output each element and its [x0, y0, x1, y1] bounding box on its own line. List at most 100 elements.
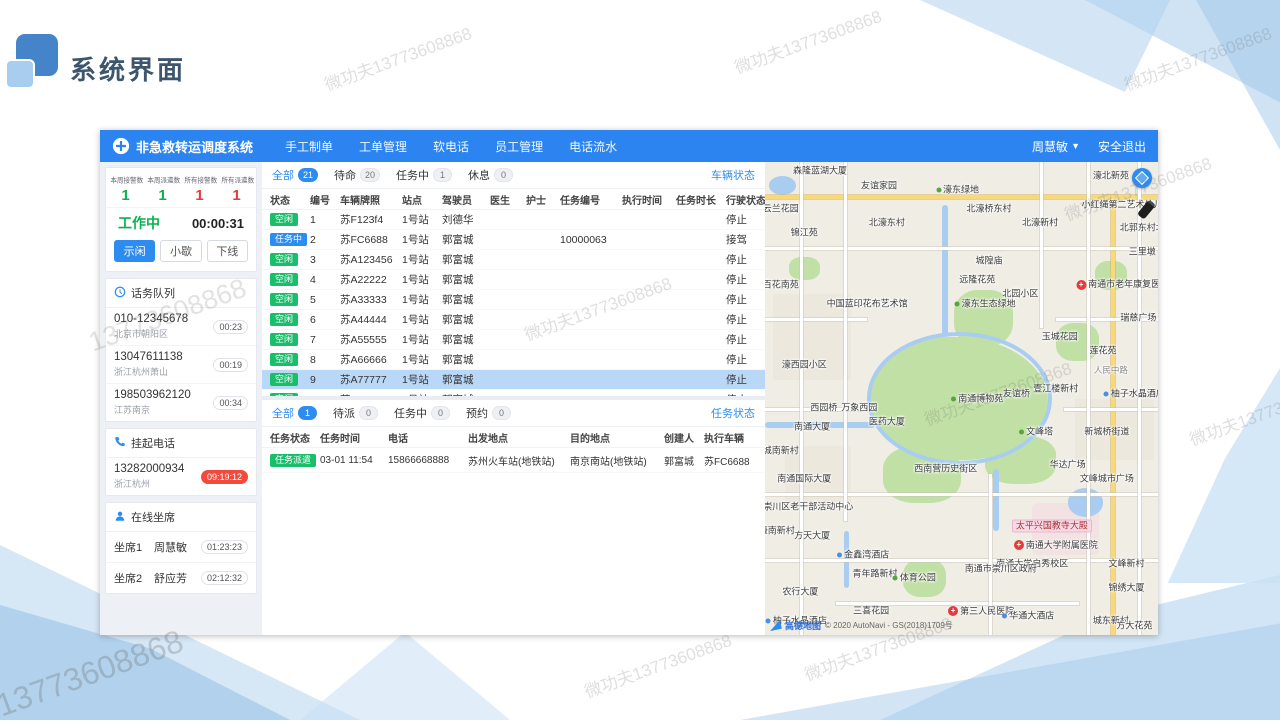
map-poi[interactable]: 三里墩 — [1129, 247, 1156, 256]
vehicle-row[interactable]: 空闲1苏F123f41号站刘德华停止 — [262, 210, 765, 230]
vehicle-row[interactable]: 空闲7苏A555551号站郭富城停止 — [262, 330, 765, 350]
vehicle-status-cell: 任务中 — [262, 233, 308, 246]
map-poi[interactable]: 金鑫湾酒店 — [837, 550, 889, 559]
map-poi[interactable]: 远隆花苑 — [959, 276, 995, 285]
vehicle-filter-tab[interactable]: 休息0 — [468, 167, 513, 183]
map-poi[interactable]: 三喜花园 — [853, 607, 889, 616]
map-poi[interactable]: 南通大厦 — [794, 422, 830, 431]
map-poi[interactable]: 瑞慈广场 — [1120, 314, 1156, 323]
task-filter-tab[interactable]: 任务中0 — [394, 405, 450, 421]
map-poi[interactable]: 西南营历史街区 — [914, 465, 977, 474]
column-header: 任务时间 — [318, 430, 386, 445]
map-poi[interactable]: 濠北新苑 — [1093, 172, 1129, 181]
nav-menu-item[interactable]: 手工制单 — [285, 138, 333, 155]
map-poi[interactable]: +南通市老年康复医院 — [1076, 280, 1158, 290]
map-poi[interactable]: 云兰花园 — [765, 205, 799, 214]
map-poi[interactable]: 北郭东村北 — [1120, 224, 1158, 233]
nav-menu-item[interactable]: 电话流水 — [569, 138, 617, 155]
map-poi[interactable]: 万象西园 — [841, 403, 877, 412]
map-poi[interactable]: 西园桥 — [810, 403, 837, 412]
vehicle-row[interactable]: 空闲4苏A222221号站郭富城停止 — [262, 270, 765, 290]
status-button[interactable]: 示闲 — [114, 240, 155, 262]
column-header: 医生 — [488, 192, 524, 207]
call-list-item[interactable]: 13282000934浙江杭州09:19:12 — [106, 458, 256, 495]
vehicle-filter-tab[interactable]: 待命20 — [334, 167, 380, 183]
map-poi[interactable]: 濠东绿地 — [936, 186, 979, 195]
map-poi[interactable]: 中国蓝印花布艺术馆 — [827, 299, 908, 308]
map-poi[interactable]: 方大花苑 — [1116, 621, 1152, 630]
call-list-item[interactable]: 198503962120江苏南京00:34 — [106, 384, 256, 421]
task-filter-tab[interactable]: 预约0 — [466, 405, 511, 421]
status-button[interactable]: 下线 — [207, 240, 248, 262]
vehicle-row[interactable]: 空闲10苏A888881号站郭富城停止 — [262, 390, 765, 396]
agent-item[interactable]: 坐席2舒应芳02:12:32 — [106, 563, 256, 593]
map-poi[interactable]: 文峰城市广场 — [1080, 474, 1134, 483]
map-poi[interactable]: 崇川区老干部活动中心 — [765, 503, 853, 512]
map-poi[interactable]: 壹江楼新村 — [1033, 385, 1078, 394]
vehicle-filter-tab[interactable]: 全部21 — [272, 167, 318, 183]
map-poi[interactable]: 人民中路 — [1094, 366, 1128, 375]
map-poi[interactable]: 体育公园 — [893, 574, 936, 583]
map-poi[interactable]: 玉城花园 — [1042, 333, 1078, 342]
chevron-down-icon: ▼ — [1071, 141, 1080, 151]
map-poi[interactable]: 莲花苑 — [1089, 347, 1116, 356]
map-poi[interactable]: 南通国际大厦 — [777, 474, 831, 483]
map-poi[interactable]: 濠南新村 — [765, 526, 795, 535]
vehicle-status-link[interactable]: 车辆状态 — [711, 167, 755, 183]
map-poi[interactable]: 方天大厦 — [794, 531, 830, 540]
map-poi[interactable]: 锦绣大厦 — [1109, 583, 1145, 592]
call-list-item[interactable]: 010-12345678北京市朝阳区00:23 — [106, 308, 256, 346]
vehicle-row[interactable]: 空闲6苏A444441号站郭富城停止 — [262, 310, 765, 330]
task-cell: 郭富城 — [662, 453, 702, 468]
map-poi[interactable]: 文峰塔 — [1019, 427, 1053, 436]
map[interactable]: 森隆蓝湖大厦友谊家园濠东绿地濠北新苑云兰花园锦江苑北濠东村北濠桥东村北濠新村小红… — [765, 162, 1158, 635]
map-poi[interactable]: 濠西园小区 — [782, 361, 827, 370]
map-poi[interactable]: 城南新村 — [765, 446, 799, 455]
vehicle-row[interactable]: 空闲5苏A333331号站郭富城停止 — [262, 290, 765, 310]
task-row[interactable]: 任务派遣03-01 11:5415866668888苏州火车站(地铁站)南京南站… — [262, 448, 765, 473]
agent-item[interactable]: 坐席1周慧敏01:23:23 — [106, 532, 256, 563]
map-poi[interactable]: 百花南苑 — [765, 280, 799, 289]
call-list-item[interactable]: 13047611138浙江杭州萧山00:19 — [106, 346, 256, 384]
map-poi[interactable]: 南通博物苑 — [951, 394, 1003, 403]
logout-link[interactable]: 安全退出 — [1098, 138, 1146, 155]
map-poi[interactable]: 柚子水晶酒店 — [1104, 389, 1158, 398]
vehicle-cell: 停止 — [724, 352, 765, 367]
nav-menu-item[interactable]: 工单管理 — [359, 138, 407, 155]
map-poi[interactable]: 北濠桥东村 — [966, 205, 1011, 214]
task-filter-tab[interactable]: 全部1 — [272, 405, 317, 421]
nav-menu-item[interactable]: 软电话 — [433, 138, 469, 155]
map-poi[interactable]: 文峰新村 — [1109, 560, 1145, 569]
map-poi[interactable]: 北濠新村 — [1022, 219, 1058, 228]
task-filter-tab[interactable]: 待派0 — [333, 405, 378, 421]
map-poi[interactable]: 北园小区 — [1002, 290, 1038, 299]
map-poi[interactable]: 北濠东村 — [869, 219, 905, 228]
map-poi[interactable]: 华达广场 — [1050, 460, 1086, 469]
status-button[interactable]: 小歇 — [160, 240, 201, 262]
vehicle-row[interactable]: 空闲9苏A777771号站郭富城停止 — [262, 370, 765, 390]
map-poi[interactable]: 友谊桥 — [1003, 389, 1030, 398]
task-status-link[interactable]: 任务状态 — [711, 405, 755, 421]
vehicle-row[interactable]: 空闲8苏A666661号站郭富城停止 — [262, 350, 765, 370]
map-poi[interactable]: 森隆蓝湖大厦 — [793, 167, 847, 176]
map-poi[interactable]: 南通市崇川区政府 — [965, 564, 1037, 573]
map-poi[interactable]: 新城桥街道 — [1084, 427, 1129, 436]
vehicle-cell: 4 — [308, 274, 338, 286]
map-poi[interactable]: 城隍庙 — [975, 257, 1002, 266]
map-poi[interactable]: 濠东生态绿地 — [955, 299, 1016, 308]
map-poi[interactable]: 华通大酒店 — [1002, 612, 1054, 621]
nav-menu-item[interactable]: 员工管理 — [495, 138, 543, 155]
vehicle-row[interactable]: 空闲3苏A1234561号站郭富城停止 — [262, 250, 765, 270]
vehicle-status-badge: 空闲 — [270, 333, 298, 346]
user-menu[interactable]: 周慧敏 ▼ — [1032, 138, 1080, 155]
vehicle-filter-tab[interactable]: 任务中1 — [396, 167, 452, 183]
map-poi[interactable]: 医药大厦 — [869, 418, 905, 427]
map-poi[interactable]: 太平兴国教寺大殿 — [1012, 520, 1092, 533]
vehicle-row[interactable]: 任务中2苏FC66881号站郭富城10000063接驾 — [262, 230, 765, 250]
map-layers-button[interactable] — [1132, 168, 1152, 188]
map-poi[interactable]: 锦江苑 — [791, 228, 818, 237]
map-poi[interactable]: 友谊家园 — [861, 181, 897, 190]
map-poi[interactable]: 青年路新村 — [853, 569, 898, 578]
map-poi[interactable]: 农行大厦 — [782, 588, 818, 597]
map-poi[interactable]: +南通大学附属医院 — [1014, 540, 1098, 550]
